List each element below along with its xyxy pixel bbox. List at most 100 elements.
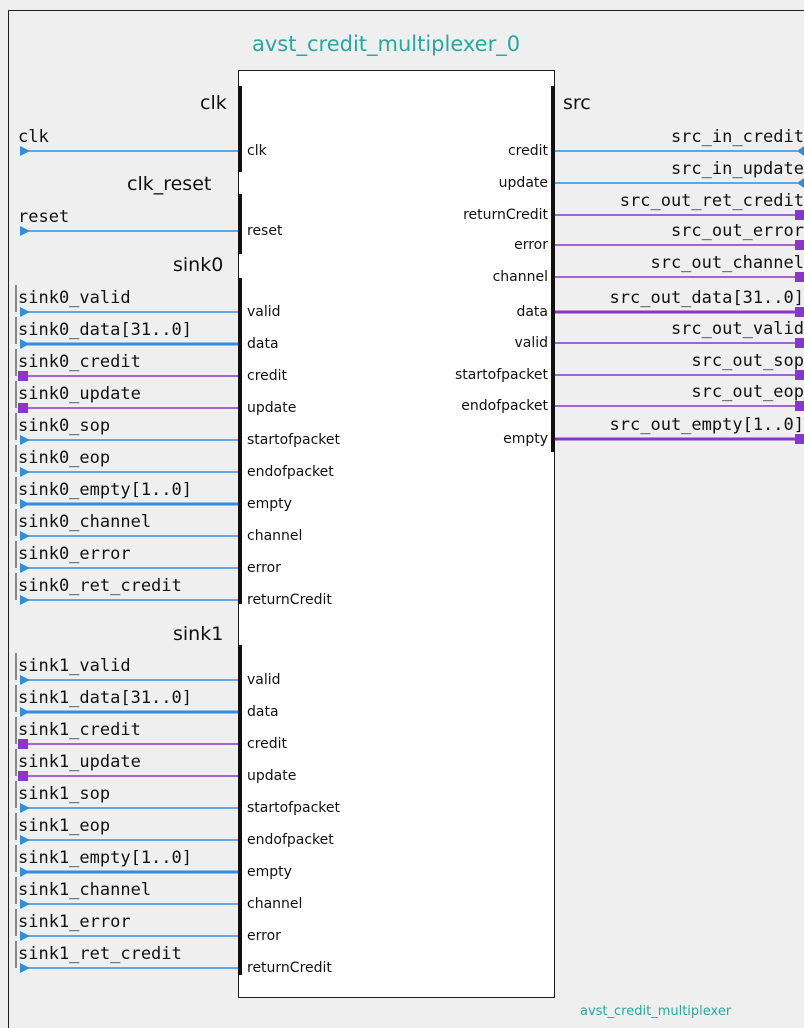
connector-square (795, 401, 804, 411)
module-pin-label: endofpacket (247, 464, 334, 480)
connector-arrow (20, 435, 30, 445)
connector-arrow (797, 178, 804, 188)
external-port-label: src_in_update (670, 159, 804, 179)
module-pin-label: valid (247, 304, 281, 320)
interface-label-clk-reset: clk_reset (127, 173, 212, 195)
connector-square (18, 371, 28, 381)
external-port-label: src_out_ret_credit (619, 191, 804, 211)
interface-label-clk: clk (200, 92, 227, 114)
external-port-label: src_out_empty[1..0] (609, 415, 804, 435)
external-port-label: sink0_ret_credit (18, 576, 182, 596)
connector-arrow (20, 931, 30, 941)
connector-arrow (20, 867, 30, 877)
external-port-label: sink0_error (18, 544, 131, 564)
external-port-label: sink1_empty[1..0] (18, 848, 192, 868)
module-pin-label: data (247, 704, 279, 720)
external-port-label: sink0_credit (18, 352, 141, 372)
module-pin-label: credit (507, 143, 548, 159)
external-port-label: sink0_data[31..0] (18, 320, 192, 340)
module-footer-label: avst_credit_multiplexer (580, 1004, 732, 1019)
connector-arrow (20, 675, 30, 685)
interface-label-sink1: sink1 (173, 623, 224, 645)
connector-arrow (20, 467, 30, 477)
interface-bar-clk (238, 86, 242, 112)
module-pin-label: channel (247, 896, 303, 912)
connector-arrow (20, 803, 30, 813)
external-port-label: src_in_credit (670, 127, 804, 147)
connector-square (795, 272, 804, 282)
external-port-label: sink0_sop (18, 416, 111, 436)
connector-arrow (20, 531, 30, 541)
module-pin-label: reset (247, 223, 283, 239)
external-port-label: sink0_valid (18, 288, 131, 308)
external-port-label: clk (18, 127, 49, 147)
module-pin-label: channel (247, 528, 303, 544)
external-port-label: src_out_error (670, 221, 804, 241)
module-pin-label: startofpacket (455, 367, 548, 383)
connector-arrow (20, 307, 30, 317)
module-pin-label: valid (247, 672, 281, 688)
external-port-label: sink1_ret_credit (18, 944, 182, 964)
interface-label-sink0: sink0 (173, 254, 224, 276)
module-pin-label: returnCredit (247, 592, 332, 608)
interface-bar-src-label (551, 86, 555, 112)
connector-arrow (20, 499, 30, 509)
module-pin-label: empty (503, 431, 548, 447)
connector-arrow (797, 146, 804, 156)
interface-bar-src (551, 112, 555, 452)
connector-arrow (20, 226, 30, 236)
connector-arrow (20, 899, 30, 909)
diagram-canvas: avst_credit_multiplexer_0 clk clk_reset … (0, 0, 804, 1028)
diagram-title: avst_credit_multiplexer_0 (252, 32, 521, 56)
module-pin-label: channel (492, 269, 548, 285)
connector-square (18, 771, 28, 781)
interface-bar-sink0 (238, 278, 242, 604)
interface-bar-clk-pin (238, 112, 242, 172)
external-port-label: src_out_eop (691, 382, 804, 402)
external-port-label: src_out_channel (650, 253, 804, 273)
connector-square (795, 210, 804, 220)
external-port-label: sink1_credit (18, 720, 141, 740)
connector-square (18, 739, 28, 749)
module-pin-label: update (498, 175, 548, 191)
module-pin-label: empty (247, 864, 292, 880)
module-pin-label: data (516, 304, 548, 320)
connector-square (795, 307, 804, 317)
module-pin-label: credit (247, 736, 288, 752)
connector-arrow (20, 835, 30, 845)
module-pin-label: error (247, 928, 281, 944)
connector-arrow (20, 339, 30, 349)
module-pin-label: update (247, 768, 297, 784)
external-port-label: sink1_valid (18, 656, 131, 676)
external-port-label: sink1_error (18, 912, 131, 932)
module-pin-label: returnCredit (463, 207, 548, 223)
external-port-label: src_out_data[31..0] (609, 288, 804, 308)
connector-square (795, 240, 804, 250)
module-pin-label: startofpacket (247, 800, 340, 816)
external-port-label: sink0_update (18, 384, 141, 404)
connector-arrow (20, 963, 30, 973)
interface-label-src: src (563, 92, 591, 114)
connector-arrow (20, 563, 30, 573)
module-pin-label: valid (514, 335, 548, 351)
interface-bar-sink1 (238, 645, 242, 975)
module-pin-label: data (247, 336, 279, 352)
module-pin-label: returnCredit (247, 960, 332, 976)
external-port-label: sink1_data[31..0] (18, 688, 192, 708)
connector-square (795, 338, 804, 348)
external-port-label: src_out_valid (670, 319, 804, 339)
external-port-label: reset (18, 207, 70, 227)
connector-arrow (20, 595, 30, 605)
module-pin-label: empty (247, 496, 292, 512)
module-pin-label: error (514, 237, 548, 253)
connector-square (18, 403, 28, 413)
module-pin-label: endofpacket (247, 832, 334, 848)
external-port-label: sink1_channel (18, 880, 152, 900)
external-port-label: sink1_update (18, 752, 141, 772)
external-port-label: sink0_channel (18, 512, 152, 532)
external-port-label: src_out_sop (691, 351, 804, 371)
external-port-label: sink1_sop (18, 784, 111, 804)
module-pin-label: clk (247, 143, 267, 159)
connector-arrow (20, 707, 30, 717)
external-port-label: sink1_eop (18, 816, 111, 836)
